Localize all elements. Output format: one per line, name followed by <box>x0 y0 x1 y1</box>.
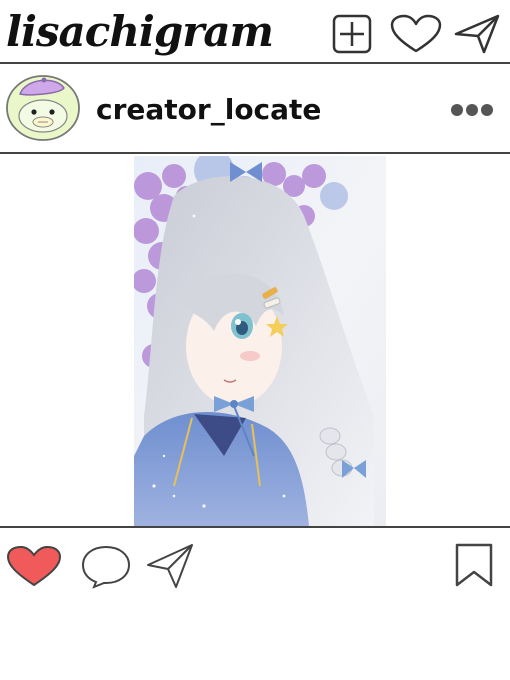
app-logo[interactable]: lisachigram <box>6 4 274 60</box>
duck-avatar-icon[interactable] <box>4 72 82 142</box>
post-bottom-divider <box>0 526 510 528</box>
add-post-icon[interactable] <box>332 14 372 54</box>
send-icon[interactable] <box>454 14 500 54</box>
post-image[interactable] <box>134 156 386 526</box>
top-bar: lisachigram <box>0 0 510 64</box>
bookmark-icon[interactable] <box>454 542 494 588</box>
header-divider <box>0 62 510 64</box>
share-icon[interactable] <box>146 543 194 589</box>
more-options-icon[interactable] <box>450 100 494 120</box>
like-heart-icon[interactable] <box>6 545 62 587</box>
heart-icon[interactable] <box>390 14 442 54</box>
post-top-divider <box>0 152 510 154</box>
post-username[interactable]: creator_locate <box>96 90 321 130</box>
comment-icon[interactable] <box>80 543 132 589</box>
